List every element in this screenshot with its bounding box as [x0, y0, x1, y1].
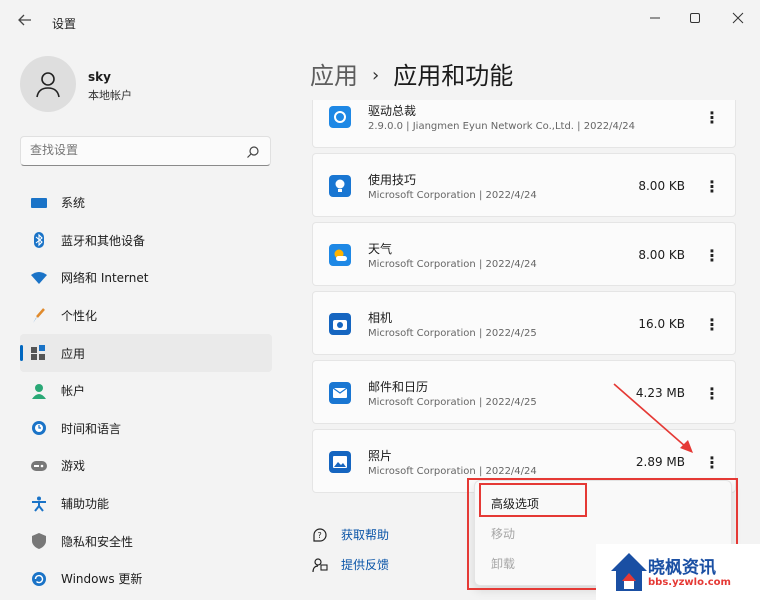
- app-size: 4.23 MB: [636, 386, 685, 400]
- sidebar-nav: 系统 蓝牙和其他设备 网络和 Internet 个性化 应用 帐户 时间和语言 …: [20, 184, 272, 598]
- app-row-tips: 使用技巧 Microsoft Corporation | 2022/4/24 8…: [312, 153, 736, 217]
- app-name: 天气: [368, 240, 392, 257]
- app-meta: Microsoft Corporation | 2022/4/24: [368, 466, 537, 477]
- page-title: 应用和功能: [393, 62, 513, 90]
- get-help-label: 获取帮助: [341, 526, 389, 543]
- sidebar-item-label: 辅助功能: [61, 495, 109, 512]
- account-type: 本地帐户: [88, 87, 132, 103]
- app-size: 2.89 MB: [636, 455, 685, 469]
- more-options-icon[interactable]: ⋮: [705, 383, 719, 403]
- annotation-highlight: [479, 483, 587, 517]
- breadcrumb-parent[interactable]: 应用: [310, 62, 358, 90]
- sidebar-item-label: 个性化: [61, 307, 97, 324]
- close-icon[interactable]: [723, 8, 753, 28]
- accessibility-icon: [30, 495, 48, 513]
- maximize-icon[interactable]: [680, 8, 710, 28]
- svg-text:?: ?: [318, 531, 322, 540]
- weather-icon: [329, 244, 351, 266]
- wifi-icon: [30, 269, 48, 287]
- breadcrumb: 应用 › 应用和功能: [310, 56, 513, 91]
- app-row-mail-calendar: 邮件和日历 Microsoft Corporation | 2022/4/25 …: [312, 360, 736, 424]
- sidebar-item-windows-update[interactable]: Windows 更新: [20, 560, 272, 598]
- search-box[interactable]: [20, 136, 271, 166]
- sidebar-item-system[interactable]: 系统: [20, 184, 272, 222]
- apps-icon: [30, 344, 48, 362]
- camera-icon: [329, 313, 351, 335]
- app-meta: 2.9.0.0 | Jiangmen Eyun Network Co.,Ltd.…: [368, 121, 635, 132]
- window-title: 设置: [52, 15, 76, 32]
- app-row-weather: 天气 Microsoft Corporation | 2022/4/24 8.0…: [312, 222, 736, 286]
- search-input[interactable]: [30, 143, 230, 157]
- app-meta: Microsoft Corporation | 2022/4/25: [368, 328, 537, 339]
- app-name: 驱动总裁: [368, 102, 416, 119]
- user-profile[interactable]: sky 本地帐户: [20, 54, 270, 114]
- update-icon: [30, 570, 48, 588]
- app-size: 16.0 KB: [638, 317, 685, 331]
- app-name: 邮件和日历: [368, 378, 428, 395]
- driver-icon: [329, 106, 351, 128]
- watermark-logo: [610, 551, 648, 593]
- breadcrumb-separator: ›: [372, 65, 379, 86]
- sidebar-item-label: Windows 更新: [61, 570, 142, 587]
- watermark-title: 晓枫资讯: [648, 553, 716, 578]
- sidebar-item-label: 隐私和安全性: [61, 533, 133, 550]
- user-name: sky: [88, 70, 111, 84]
- mail-icon: [329, 382, 351, 404]
- minimize-icon[interactable]: [640, 8, 670, 28]
- sidebar-item-apps[interactable]: 应用: [20, 334, 272, 372]
- photos-icon: [329, 451, 351, 473]
- sidebar-item-label: 系统: [61, 194, 85, 211]
- sidebar-item-personalization[interactable]: 个性化: [20, 297, 272, 335]
- sidebar-item-label: 游戏: [61, 457, 85, 474]
- more-options-icon[interactable]: ⋮: [705, 107, 719, 127]
- search-icon[interactable]: [246, 144, 260, 158]
- app-name: 照片: [368, 447, 392, 464]
- more-options-icon[interactable]: ⋮: [705, 176, 719, 196]
- app-meta: Microsoft Corporation | 2022/4/25: [368, 397, 537, 408]
- sidebar-item-network[interactable]: 网络和 Internet: [20, 259, 272, 297]
- person-icon: [30, 382, 48, 400]
- sidebar-item-privacy[interactable]: 隐私和安全性: [20, 522, 272, 560]
- feedback-icon: [312, 557, 328, 573]
- more-options-icon[interactable]: ⋮: [705, 245, 719, 265]
- shield-icon: [30, 532, 48, 550]
- sidebar-item-label: 帐户: [61, 382, 85, 399]
- app-meta: Microsoft Corporation | 2022/4/24: [368, 259, 537, 270]
- more-options-icon[interactable]: ⋮: [705, 314, 719, 334]
- app-meta: Microsoft Corporation | 2022/4/24: [368, 190, 537, 201]
- sidebar-item-label: 时间和语言: [61, 420, 121, 437]
- sidebar-item-gaming[interactable]: 游戏: [20, 447, 272, 485]
- feedback-label: 提供反馈: [341, 556, 389, 573]
- app-name: 使用技巧: [368, 171, 416, 188]
- sidebar-item-label: 网络和 Internet: [61, 269, 148, 286]
- app-name: 相机: [368, 309, 392, 326]
- back-arrow-icon[interactable]: [18, 13, 36, 31]
- sidebar-item-label: 应用: [61, 345, 85, 362]
- get-help-link[interactable]: ? 获取帮助: [312, 526, 389, 543]
- avatar: [20, 56, 76, 112]
- more-options-icon[interactable]: ⋮: [705, 452, 719, 472]
- lightbulb-icon: [329, 175, 351, 197]
- app-row-camera: 相机 Microsoft Corporation | 2022/4/25 16.…: [312, 291, 736, 355]
- gamepad-icon: [30, 457, 48, 475]
- sidebar-item-time-language[interactable]: 时间和语言: [20, 410, 272, 448]
- watermark-badge: 晓枫资讯 bbs.yzwlo.com: [596, 544, 760, 600]
- app-size: 8.00 KB: [638, 248, 685, 262]
- title-bar: 设置: [0, 0, 760, 40]
- app-list: 驱动总裁 2.9.0.0 | Jiangmen Eyun Network Co.…: [312, 100, 736, 495]
- sidebar-item-bluetooth[interactable]: 蓝牙和其他设备: [20, 222, 272, 260]
- sidebar-item-label: 蓝牙和其他设备: [61, 232, 145, 249]
- app-size: 8.00 KB: [638, 179, 685, 193]
- sidebar-item-accounts[interactable]: 帐户: [20, 372, 272, 410]
- feedback-link[interactable]: 提供反馈: [312, 556, 389, 573]
- sidebar-item-accessibility[interactable]: 辅助功能: [20, 485, 272, 523]
- help-icon: ?: [312, 527, 328, 543]
- app-row-driver: 驱动总裁 2.9.0.0 | Jiangmen Eyun Network Co.…: [312, 100, 736, 148]
- monitor-icon: [30, 194, 48, 212]
- clock-globe-icon: [30, 419, 48, 437]
- brush-icon: [30, 307, 48, 325]
- bluetooth-icon: [30, 231, 48, 249]
- watermark-url: bbs.yzwlo.com: [648, 577, 731, 588]
